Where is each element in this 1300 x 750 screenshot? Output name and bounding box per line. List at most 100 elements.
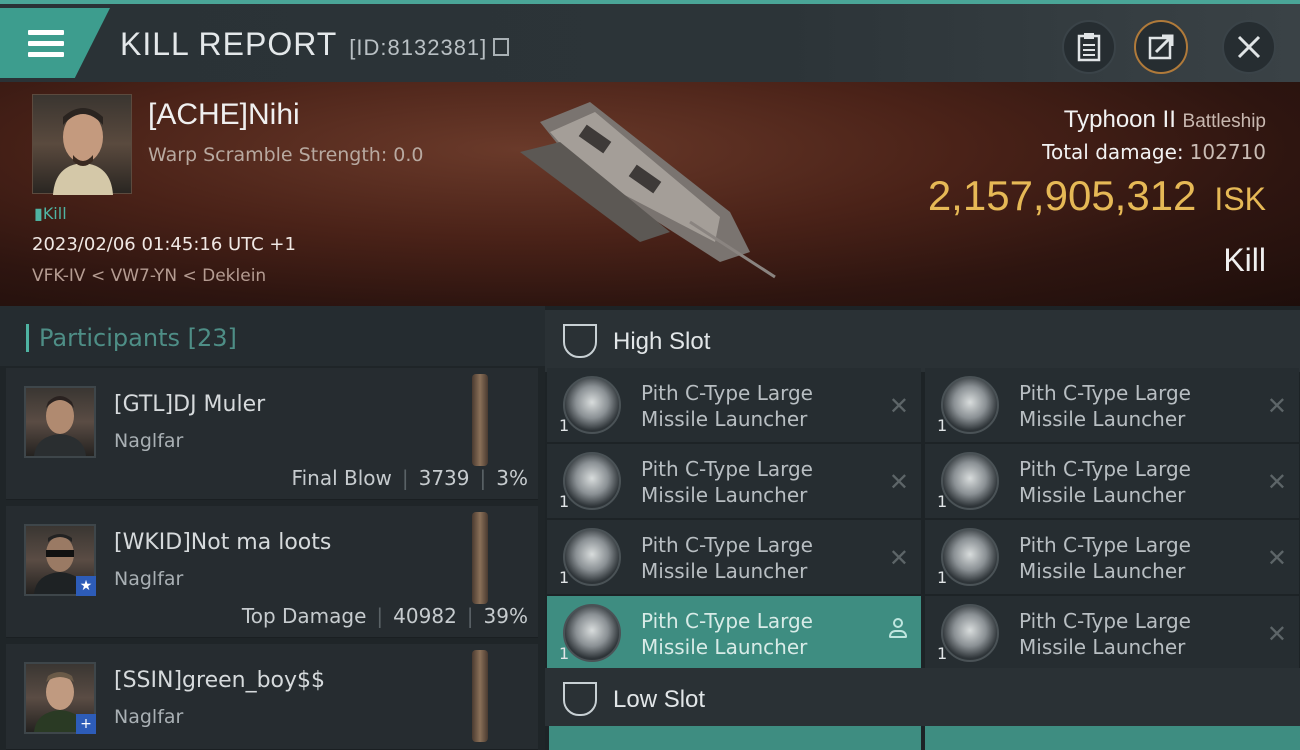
destroyed-icon: ✕ bbox=[1266, 468, 1287, 496]
isk-amount: 2,157,905,312 bbox=[927, 172, 1197, 219]
module-name-line2: Missile Launcher bbox=[641, 483, 808, 507]
participant-row[interactable]: [GTL]DJ Muler Naglfar Final Blow | 3739 | 3% bbox=[6, 368, 538, 500]
victim-name[interactable]: [ACHE]Nihi bbox=[148, 98, 300, 132]
module-item[interactable]: 1 Pith C-Type Large Missile Launcher ✕ bbox=[925, 444, 1299, 518]
module-name-line1: Pith C-Type Large bbox=[641, 457, 813, 481]
module-item-selected[interactable]: 1 Pith C-Type Large Missile Launcher bbox=[547, 596, 921, 670]
module-quantity: 1 bbox=[937, 416, 948, 435]
module-name: Pith C-Type Large Missile Launcher bbox=[1019, 456, 1239, 508]
ship-name[interactable]: Typhoon II bbox=[1064, 106, 1176, 133]
portrait-avatar bbox=[53, 108, 113, 195]
module-name-line2: Missile Launcher bbox=[641, 407, 808, 431]
module-name-line2: Missile Launcher bbox=[641, 635, 808, 659]
missile-launcher-icon bbox=[941, 376, 999, 434]
kill-location[interactable]: VFK-IV < VW7-YN < Deklein bbox=[32, 266, 266, 286]
missile-launcher-icon bbox=[563, 452, 621, 510]
low-slot-icon bbox=[563, 682, 597, 716]
participant-stats: Final Blow | 3739 | 3% bbox=[292, 466, 528, 490]
module-item[interactable]: 1 Pith C-Type Large Missile Launcher ✕ bbox=[547, 444, 921, 518]
total-damage-label: Total damage: bbox=[1042, 140, 1184, 164]
share-button[interactable] bbox=[1134, 20, 1188, 74]
module-quantity: 1 bbox=[559, 492, 570, 511]
participant-name[interactable]: [GTL]DJ Muler bbox=[114, 392, 265, 417]
module-item[interactable]: 1 Pith C-Type Large Missile Launcher ✕ bbox=[547, 520, 921, 594]
module-name-line1: Pith C-Type Large bbox=[641, 381, 813, 405]
close-button[interactable] bbox=[1222, 20, 1276, 74]
module-item[interactable] bbox=[549, 726, 921, 750]
ship-title: Typhoon II Battleship bbox=[1064, 106, 1266, 134]
high-slot-icon bbox=[563, 324, 597, 358]
pilot-icon bbox=[889, 618, 907, 640]
low-slot-title: Low Slot bbox=[613, 686, 706, 713]
victim-banner: [ACHE]Nihi Warp Scramble Strength: 0.0 ▮… bbox=[0, 82, 1300, 306]
destroyed-icon: ✕ bbox=[888, 544, 909, 572]
module-name: Pith C-Type Large Missile Launcher bbox=[641, 380, 861, 432]
missile-launcher-icon bbox=[563, 604, 621, 662]
separator: | bbox=[376, 604, 384, 628]
module-item[interactable]: 1 Pith C-Type Large Missile Launcher ✕ bbox=[925, 596, 1299, 670]
low-slot-header: Low Slot bbox=[545, 668, 1300, 726]
module-quantity: 1 bbox=[559, 568, 570, 587]
ship-image bbox=[520, 102, 776, 279]
star-badge-icon: ★ bbox=[76, 576, 96, 596]
module-quantity: 1 bbox=[559, 644, 570, 663]
module-quantity: 1 bbox=[559, 416, 570, 435]
missile-launcher-icon bbox=[563, 376, 621, 434]
module-name: Pith C-Type Large Missile Launcher bbox=[641, 456, 861, 508]
avatar bbox=[24, 386, 96, 458]
module-name-line2: Missile Launcher bbox=[641, 559, 808, 583]
participant-row[interactable]: ★ [WKID]Not ma loots Naglfar Top Damage |… bbox=[6, 506, 538, 638]
participant-ship: Naglfar bbox=[114, 706, 184, 728]
share-icon bbox=[1148, 34, 1174, 60]
copy-icon[interactable] bbox=[493, 37, 510, 56]
top-bar: KILL REPORT [ID:8132381] bbox=[0, 0, 1300, 82]
weapon-icon bbox=[472, 650, 488, 742]
module-quantity: 1 bbox=[937, 568, 948, 587]
hamburger-icon bbox=[28, 30, 64, 63]
participant-row[interactable]: + [SSIN]green_boy$$ Naglfar bbox=[6, 644, 538, 750]
separator: | bbox=[401, 466, 409, 490]
module-name: Pith C-Type Large Missile Launcher bbox=[641, 532, 861, 584]
avatar: ★ bbox=[24, 524, 96, 596]
report-id: [ID:8132381] bbox=[349, 35, 488, 60]
module-name-line2: Missile Launcher bbox=[1019, 407, 1186, 431]
kill-datetime: 2023/02/06 01:45:16 UTC +1 bbox=[32, 234, 296, 255]
title-text: KILL REPORT bbox=[120, 26, 338, 62]
participant-name[interactable]: [SSIN]green_boy$$ bbox=[114, 668, 325, 693]
participants-count: [23] bbox=[187, 324, 237, 352]
module-name: Pith C-Type Large Missile Launcher bbox=[641, 608, 861, 660]
menu-button[interactable] bbox=[0, 8, 110, 78]
destroyed-icon: ✕ bbox=[1266, 620, 1287, 648]
module-name: Pith C-Type Large Missile Launcher bbox=[1019, 380, 1239, 432]
participant-name[interactable]: [WKID]Not ma loots bbox=[114, 530, 331, 555]
module-name-line1: Pith C-Type Large bbox=[1019, 533, 1191, 557]
module-name-line2: Missile Launcher bbox=[1019, 483, 1186, 507]
total-damage-value: 102710 bbox=[1189, 140, 1266, 164]
missile-launcher-icon bbox=[941, 528, 999, 586]
damage-percent: 39% bbox=[483, 604, 528, 628]
avatar: + bbox=[24, 662, 96, 734]
module-item[interactable]: 1 Pith C-Type Large Missile Launcher ✕ bbox=[925, 368, 1299, 442]
participants-title-text: Participants bbox=[39, 324, 180, 352]
damage-value: 40982 bbox=[393, 604, 457, 628]
clipboard-button[interactable] bbox=[1062, 20, 1116, 74]
module-item[interactable]: 1 Pith C-Type Large Missile Launcher ✕ bbox=[925, 520, 1299, 594]
module-name-line1: Pith C-Type Large bbox=[641, 609, 813, 633]
ship-class: Battleship bbox=[1182, 111, 1266, 132]
victim-portrait[interactable] bbox=[32, 94, 132, 195]
module-name-line1: Pith C-Type Large bbox=[641, 533, 813, 557]
module-item[interactable] bbox=[925, 726, 1300, 750]
low-slot-modules bbox=[545, 726, 1300, 750]
kill-status: ▮Kill bbox=[34, 204, 67, 223]
missile-launcher-icon bbox=[941, 452, 999, 510]
destroyed-icon: ✕ bbox=[888, 392, 909, 420]
participant-ship: Naglfar bbox=[114, 568, 184, 590]
damage-percent: 3% bbox=[496, 466, 528, 490]
destroyed-icon: ✕ bbox=[1266, 544, 1287, 572]
module-item[interactable]: 1 Pith C-Type Large Missile Launcher ✕ bbox=[547, 368, 921, 442]
separator: | bbox=[479, 466, 487, 490]
module-name: Pith C-Type Large Missile Launcher bbox=[1019, 608, 1239, 660]
high-slot-title: High Slot bbox=[613, 328, 711, 355]
plus-badge-icon: + bbox=[76, 714, 96, 734]
high-slot-header: High Slot bbox=[545, 310, 1300, 372]
